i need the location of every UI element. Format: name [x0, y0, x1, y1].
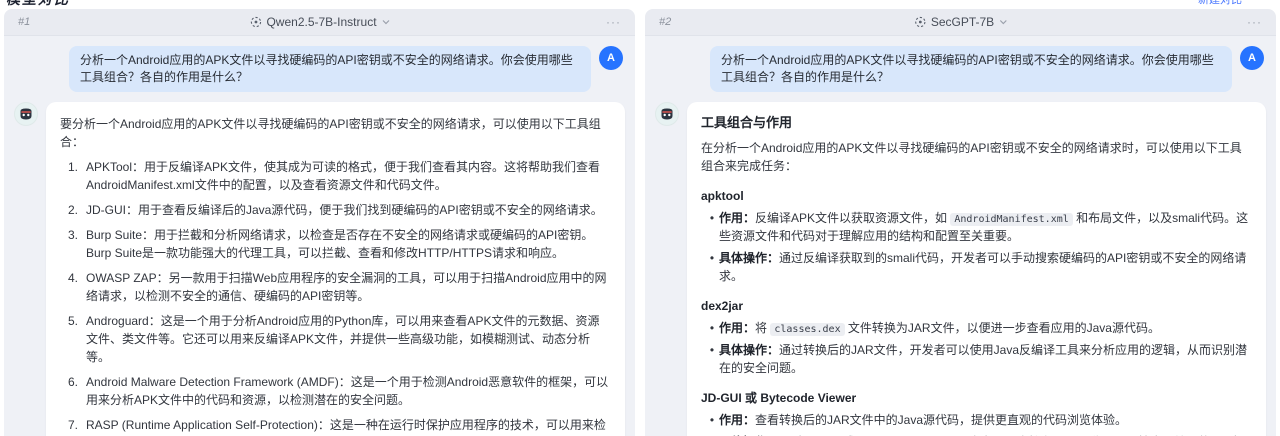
item-number: 1.	[68, 158, 86, 194]
user-message-row: 分析一个Android应用的APK文件以寻找硬编码的API密钥或不安全的网络请求…	[14, 44, 625, 92]
panel-2-header: #2 SecGPT-7B ···	[645, 9, 1276, 36]
user-message-bubble: 分析一个Android应用的APK文件以寻找硬编码的API密钥或不安全的网络请求…	[69, 46, 591, 92]
assistant-avatar	[14, 102, 38, 126]
bullet-dot: •	[705, 341, 719, 377]
assistant-message-card: 工具组合与作用 在分析一个Android应用的APK文件以寻找硬编码的API密钥…	[687, 102, 1266, 436]
panel-1: #1 Qwen2.5-7B-Instruct ··· 分析一个Android应用…	[4, 9, 635, 436]
answer-heading: 工具组合与作用	[701, 113, 1252, 133]
list-item: 5. Androguard：这是一个用于分析Android应用的Python库，…	[68, 312, 611, 366]
model-icon	[249, 16, 261, 28]
list-item: 7. RASP (Runtime Application Self-Protec…	[68, 416, 611, 436]
bullet-role: • 作用：将 classes.dex 文件转换为JAR文件，以便进一步查看应用的…	[701, 319, 1252, 337]
user-message-row: 分析一个Android应用的APK文件以寻找硬编码的API密钥或不安全的网络请求…	[655, 44, 1266, 92]
bullet-text: 查看转换后的JAR文件中的Java源代码，提供更直观的代码浏览体验。	[755, 413, 1127, 427]
item-number: 6.	[68, 373, 86, 409]
panel-1-header: #1 Qwen2.5-7B-Instruct ···	[4, 9, 635, 36]
tool-heading: apktool	[701, 187, 1252, 205]
item-number: 5.	[68, 312, 86, 366]
item-number: 3.	[68, 226, 86, 262]
user-avatar[interactable]: A	[599, 46, 623, 70]
model-selector[interactable]: SecGPT-7B	[914, 9, 1007, 35]
bullet-dot: •	[705, 411, 719, 429]
model-icon	[914, 16, 926, 28]
bullet-text: 反编译APK文件以获取资源文件，如	[755, 211, 950, 225]
model-selector[interactable]: Qwen2.5-7B-Instruct	[249, 9, 389, 35]
item-text: Burp Suite：用于拦截和分析网络请求，以检查是否存在不安全的网络请求或硬…	[86, 226, 611, 262]
bullet-dot: •	[705, 319, 719, 337]
bullet-op: • 具体操作：通过转换后的JAR文件，开发者可以使用Java反编译工具来分析应用…	[701, 341, 1252, 377]
bullet-role: • 作用：反编译APK文件以获取资源文件，如 AndroidManifest.x…	[701, 209, 1252, 245]
item-text: APKTool：用于反编译APK文件，使其成为可读的格式，便于我们查看其内容。这…	[86, 158, 611, 194]
top-right-link[interactable]: 新建对比	[1198, 0, 1242, 7]
inline-code: AndroidManifest.xml	[950, 213, 1072, 226]
panel-menu-button[interactable]: ···	[1247, 15, 1262, 29]
item-number: 2.	[68, 201, 86, 219]
list-item: 3. Burp Suite：用于拦截和分析网络请求，以检查是否存在不安全的网络请…	[68, 226, 611, 262]
bullet-dot: •	[705, 249, 719, 285]
item-text: Androguard：这是一个用于分析Android应用的Python库，可以用…	[86, 312, 611, 366]
bullet-text: 将	[755, 321, 770, 335]
bullet-label: 作用：	[719, 321, 755, 335]
assistant-message-card: 要分析一个Android应用的APK文件以寻找硬编码的API密钥或不安全的网络请…	[46, 102, 625, 436]
user-message-bubble: 分析一个Android应用的APK文件以寻找硬编码的API密钥或不安全的网络请求…	[710, 46, 1232, 92]
model-name: Qwen2.5-7B-Instruct	[266, 15, 376, 29]
panel-index: #1	[18, 16, 30, 28]
panel-index: #2	[659, 16, 671, 28]
bullet-label: 作用：	[719, 211, 755, 225]
bullet-text: 通过转换后的JAR文件，开发者可以使用Java反编译工具来分析应用的逻辑，从而识…	[719, 343, 1247, 375]
page-title: 模型对比	[6, 0, 70, 9]
tool-heading: dex2jar	[701, 297, 1252, 315]
chevron-down-icon	[999, 19, 1007, 25]
panel-1-body: 分析一个Android应用的APK文件以寻找硬编码的API密钥或不安全的网络请求…	[4, 36, 635, 436]
assistant-message-row: 工具组合与作用 在分析一个Android应用的APK文件以寻找硬编码的API密钥…	[655, 102, 1266, 436]
answer-intro: 在分析一个Android应用的APK文件以寻找硬编码的API密钥或不安全的网络请…	[701, 139, 1252, 175]
panel-2: #2 SecGPT-7B ··· 分析一个Android应用的APK文件以寻找硬…	[645, 9, 1276, 436]
comparison-panels: #1 Qwen2.5-7B-Instruct ··· 分析一个Android应用…	[0, 9, 1280, 436]
model-name: SecGPT-7B	[931, 15, 994, 29]
bullet-dot: •	[705, 209, 719, 245]
assistant-avatar	[655, 102, 679, 126]
item-number: 4.	[68, 269, 86, 305]
bullet-label: 具体操作：	[719, 343, 779, 357]
bullet-text: 通过反编译获取到的smali代码，开发者可以手动搜索硬编码的API密钥或不安全的…	[719, 251, 1246, 283]
item-text: JD-GUI：用于查看反编译后的Java源代码，便于我们找到硬编码的API密钥或…	[86, 201, 611, 219]
robot-face-icon	[18, 106, 34, 122]
chevron-down-icon	[382, 19, 390, 25]
assistant-message-row: 要分析一个Android应用的APK文件以寻找硬编码的API密钥或不安全的网络请…	[14, 102, 625, 436]
bullet-role: • 作用：查看转换后的JAR文件中的Java源代码，提供更直观的代码浏览体验。	[701, 411, 1252, 429]
top-strip: 模型对比 新建对比	[0, 0, 1280, 9]
item-text: Android Malware Detection Framework (AMD…	[86, 373, 611, 409]
inline-code: classes.dex	[770, 323, 844, 336]
item-text: RASP (Runtime Application Self-Protectio…	[86, 416, 611, 436]
panel-menu-button[interactable]: ···	[606, 15, 621, 29]
list-item: 6. Android Malware Detection Framework (…	[68, 373, 611, 409]
tool-list: 1. APKTool：用于反编译APK文件，使其成为可读的格式，便于我们查看其内…	[60, 158, 611, 436]
bullet-text: 文件转换为JAR文件，以便进一步查看应用的Java源代码。	[845, 321, 1160, 335]
user-avatar[interactable]: A	[1240, 46, 1264, 70]
bullet-label: 作用：	[719, 413, 755, 427]
item-number: 7.	[68, 416, 86, 436]
tool-heading: JD-GUI 或 Bytecode Viewer	[701, 389, 1252, 407]
item-text: OWASP ZAP：另一款用于扫描Web应用程序的安全漏洞的工具，可以用于扫描A…	[86, 269, 611, 305]
panel-2-body: 分析一个Android应用的APK文件以寻找硬编码的API密钥或不安全的网络请求…	[645, 36, 1276, 436]
answer-intro: 要分析一个Android应用的APK文件以寻找硬编码的API密钥或不安全的网络请…	[60, 115, 611, 151]
robot-face-icon	[659, 106, 675, 122]
bullet-op: • 具体操作：通过反编译获取到的smali代码，开发者可以手动搜索硬编码的API…	[701, 249, 1252, 285]
list-item: 2. JD-GUI：用于查看反编译后的Java源代码，便于我们找到硬编码的API…	[68, 201, 611, 219]
bullet-label: 具体操作：	[719, 251, 779, 265]
list-item: 1. APKTool：用于反编译APK文件，使其成为可读的格式，便于我们查看其内…	[68, 158, 611, 194]
list-item: 4. OWASP ZAP：另一款用于扫描Web应用程序的安全漏洞的工具，可以用于…	[68, 269, 611, 305]
